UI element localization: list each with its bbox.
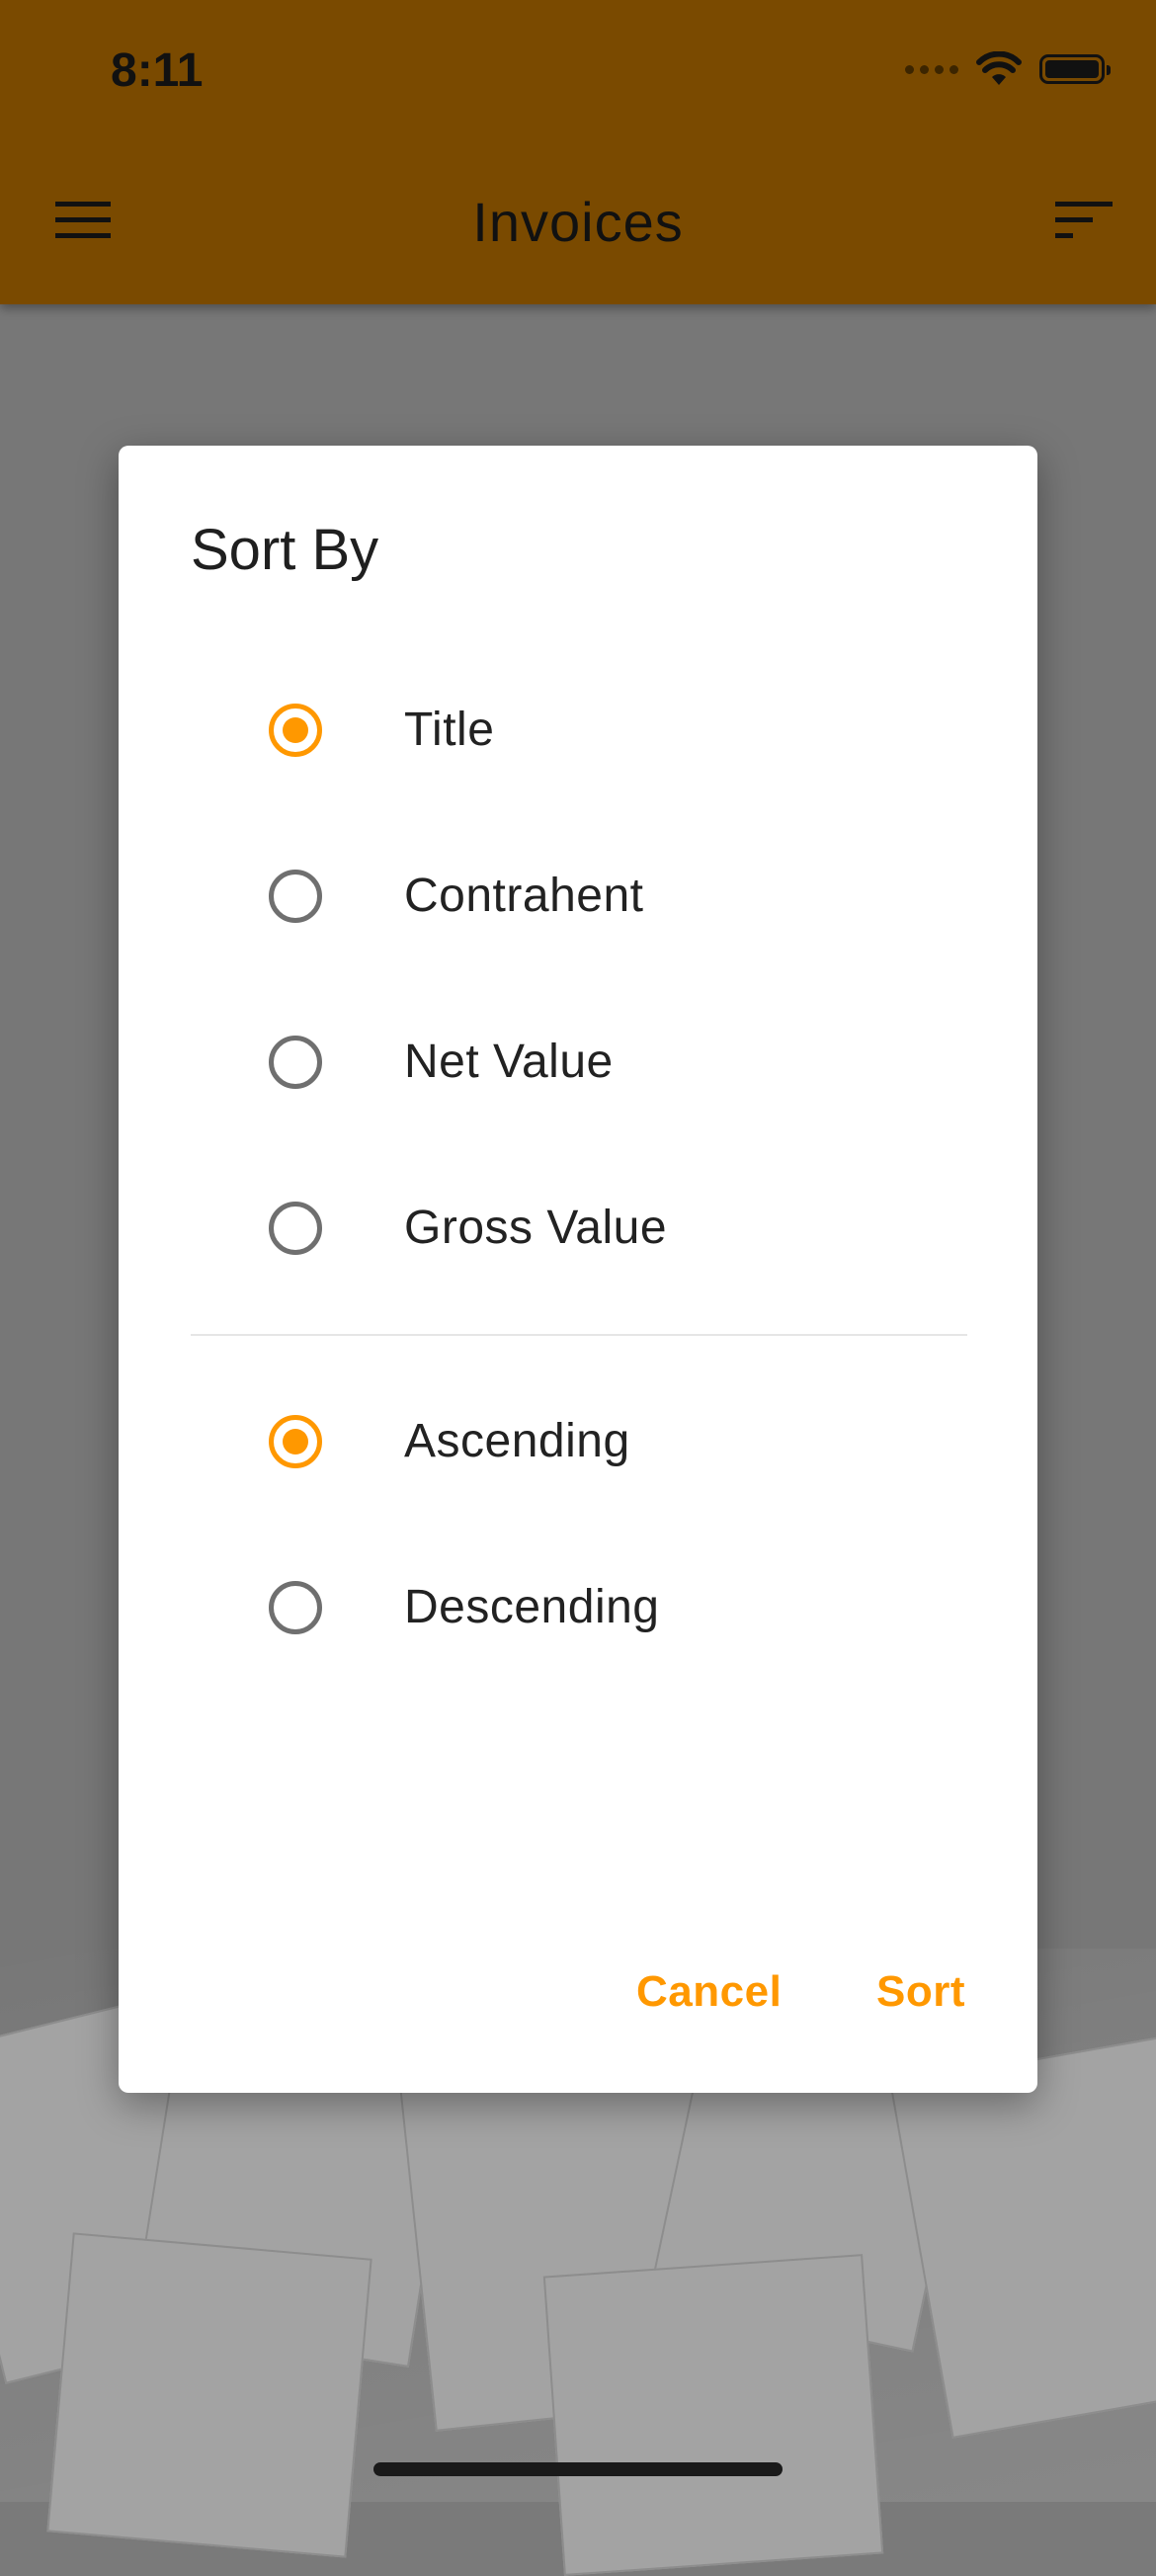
radio-checked-icon[interactable] (269, 704, 322, 757)
sort-option-title[interactable]: Title (119, 647, 1037, 813)
sort-confirm-button[interactable]: Sort (876, 1967, 965, 2017)
radio-unchecked-icon[interactable] (269, 870, 322, 923)
option-label: Ascending (404, 1415, 630, 1467)
radio-unchecked-icon[interactable] (269, 1581, 322, 1634)
cellular-signal-icon (905, 64, 958, 74)
status-time: 8:11 (111, 44, 204, 97)
sort-button[interactable] (1055, 198, 1113, 243)
radio-unchecked-icon[interactable] (269, 1202, 322, 1255)
sort-option-gross-value[interactable]: Gross Value (119, 1145, 1037, 1311)
option-label: Net Value (404, 1036, 614, 1088)
divider (191, 1334, 967, 1336)
status-indicators (905, 51, 1111, 87)
sort-icon (1055, 202, 1113, 238)
wifi-icon (976, 51, 1022, 85)
battery-icon (1039, 54, 1111, 84)
option-label: Descending (404, 1581, 660, 1633)
sort-option-contrahent[interactable]: Contrahent (119, 813, 1037, 979)
radio-checked-icon[interactable] (269, 1415, 322, 1468)
radio-unchecked-icon[interactable] (269, 1036, 322, 1089)
page-title: Invoices (472, 191, 684, 253)
dialog-title: Sort By (191, 518, 379, 582)
option-label: Gross Value (404, 1202, 668, 1254)
order-option-ascending[interactable]: Ascending (119, 1359, 1037, 1525)
option-label: Contrahent (404, 870, 644, 922)
app-header: 8:11 Invoices (0, 0, 1156, 304)
order-option-descending[interactable]: Descending (119, 1525, 1037, 1691)
option-label: Title (404, 704, 495, 756)
sort-dialog: Sort By Title Contrahent Net Value Gross… (119, 446, 1037, 2093)
home-indicator[interactable] (373, 2462, 783, 2476)
cancel-button[interactable]: Cancel (636, 1967, 782, 2017)
sort-option-net-value[interactable]: Net Value (119, 979, 1037, 1145)
